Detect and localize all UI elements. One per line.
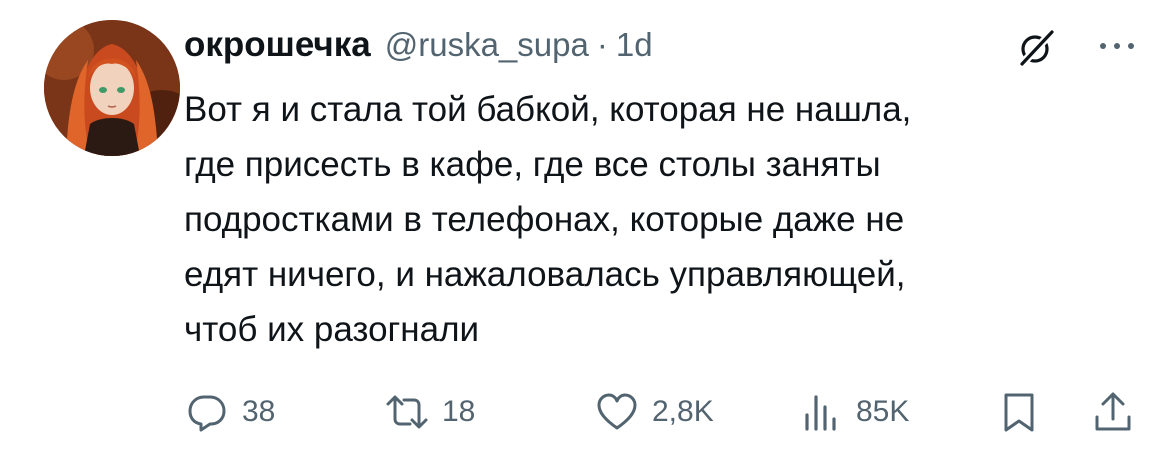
tweet-header: окрошечка @ruska_supa · 1d — [184, 20, 653, 70]
view-count: 85K — [856, 395, 910, 428]
views-button[interactable]: 85K — [798, 386, 909, 438]
tweet-text: Вот я и стала той бабкой, которая не наш… — [184, 90, 912, 349]
grok-icon[interactable] — [1014, 26, 1058, 70]
repost-count: 18 — [442, 395, 476, 428]
timestamp[interactable]: 1d — [616, 26, 653, 64]
action-bar: 38 18 2,8K 85K — [184, 386, 1144, 438]
reply-icon — [188, 395, 226, 432]
author-name[interactable]: окрошечка — [184, 25, 371, 65]
like-button[interactable]: 2,8K — [594, 386, 714, 438]
heart-icon — [597, 393, 637, 430]
bookmark-icon — [1004, 393, 1034, 432]
repost-icon — [386, 395, 428, 429]
avatar[interactable] — [44, 20, 180, 156]
reply-button[interactable]: 38 — [184, 386, 275, 438]
share-button[interactable] — [1090, 386, 1136, 438]
tweet[interactable]: окрошечка @ruska_supa · 1d Вот я и стала… — [0, 0, 1170, 462]
reply-count: 38 — [242, 395, 276, 428]
views-icon — [805, 395, 836, 431]
like-count: 2,8K — [652, 395, 714, 428]
more-icon[interactable] — [1092, 26, 1142, 66]
separator-dot: · — [596, 26, 608, 63]
share-icon — [1095, 392, 1131, 431]
bookmark-button[interactable] — [996, 386, 1042, 438]
author-handle[interactable]: @ruska_supa — [385, 26, 589, 64]
avatar-image — [44, 20, 180, 156]
repost-button[interactable]: 18 — [384, 386, 475, 438]
